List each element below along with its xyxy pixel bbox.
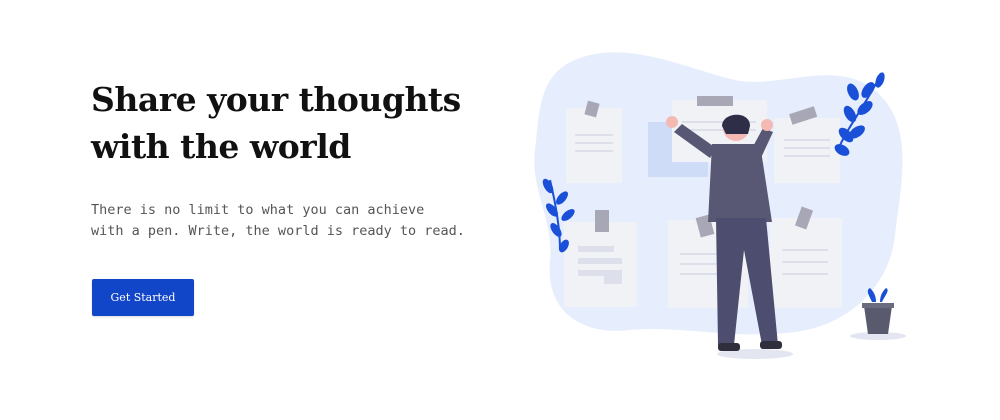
tape-icon — [697, 96, 733, 106]
get-started-button[interactable]: Get Started — [92, 279, 194, 316]
note-card-icon — [564, 222, 637, 307]
hero-section: Share your thoughts with the world There… — [0, 0, 1000, 420]
note-card-icon — [566, 108, 622, 183]
hero-subtitle-line-1: There is no limit to what you can achiev… — [91, 202, 425, 218]
hero-title-line-1: Share your thoughts — [91, 80, 461, 119]
hero-illustration — [534, 52, 906, 359]
hero-subtitle-line-2: with a pen. Write, the world is ready to… — [91, 223, 465, 239]
hero-title: Share your thoughts with the world — [91, 76, 511, 170]
hero-subtitle: There is no limit to what you can achiev… — [91, 200, 491, 242]
hero-title-line-2: with the world — [91, 127, 351, 166]
note-card-icon — [770, 218, 842, 308]
note-card-icon — [774, 118, 840, 183]
tape-icon — [595, 210, 609, 232]
